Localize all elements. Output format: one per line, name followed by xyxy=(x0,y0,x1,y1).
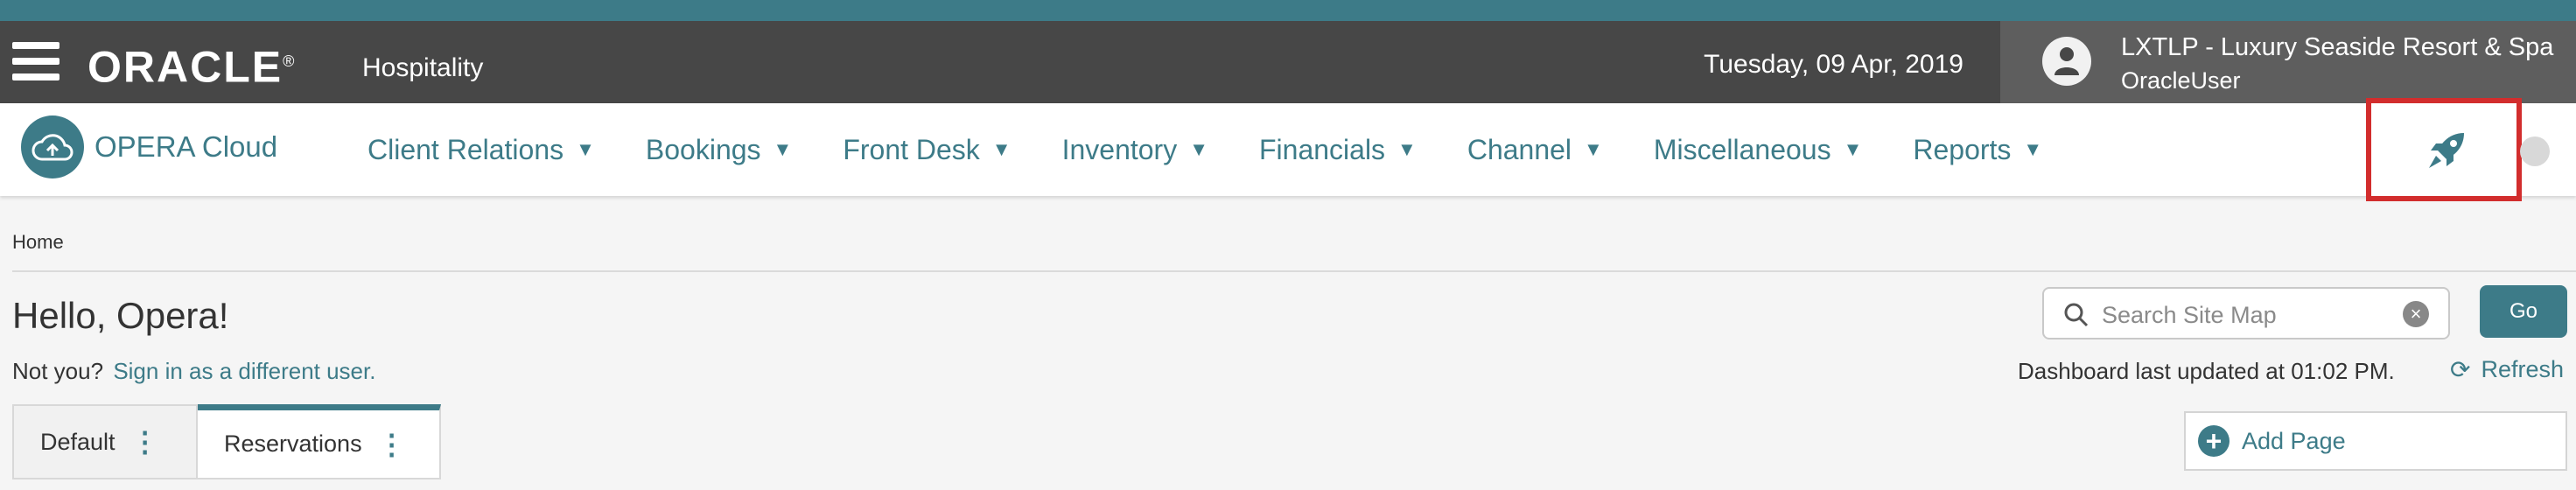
clear-icon[interactable]: × xyxy=(2403,301,2429,327)
dashboard-updated-text: Dashboard last updated at 01:02 PM. xyxy=(2018,358,2395,384)
caret-down-icon: ▼ xyxy=(991,138,1012,160)
not-you-line: Not you? Sign in as a different user. xyxy=(12,357,375,385)
main-nav: OPERA Cloud Client Relations ▼ Bookings ▼ … xyxy=(0,103,2576,196)
page-title: Hello, Opera! xyxy=(12,295,229,336)
refresh-button[interactable]: ⟳ Refresh xyxy=(2450,355,2564,384)
caret-down-icon: ▼ xyxy=(773,138,793,160)
add-page-label: Add Page xyxy=(2242,427,2346,454)
caret-down-icon: ▼ xyxy=(576,138,595,160)
product-name: Hospitality xyxy=(362,53,484,82)
nav-client-relations[interactable]: Client Relations ▼ xyxy=(368,134,595,166)
search-input[interactable] xyxy=(2100,298,2392,332)
tab-default[interactable]: Default ⋮ xyxy=(12,404,198,480)
global-header: ORACLE® Hospitality Tuesday, 09 Apr, 201… xyxy=(0,21,2576,103)
oracle-logo: ORACLE® xyxy=(88,42,297,92)
add-page-button[interactable]: + Add Page xyxy=(2184,411,2567,471)
nav-inventory[interactable]: Inventory ▼ xyxy=(1062,134,1208,166)
divider xyxy=(12,270,2576,272)
nav-reports[interactable]: Reports ▼ xyxy=(1913,134,2042,166)
go-button[interactable]: Go xyxy=(2480,285,2567,338)
caret-down-icon: ▼ xyxy=(1584,138,1603,160)
rocket-icon[interactable] xyxy=(2426,130,2468,172)
hamburger-icon[interactable] xyxy=(9,37,63,86)
site-map-search: × xyxy=(2042,287,2450,340)
not-you-text: Not you? xyxy=(12,358,104,384)
nav-bookings[interactable]: Bookings ▼ xyxy=(646,134,792,166)
tab-label: Reservations xyxy=(224,430,362,457)
user-name: OracleUser xyxy=(2121,67,2241,94)
kebab-icon[interactable]: ⋮ xyxy=(378,428,406,461)
refresh-label: Refresh xyxy=(2481,356,2565,382)
refresh-icon: ⟳ xyxy=(2450,356,2471,383)
caret-down-icon: ▼ xyxy=(2023,138,2043,160)
property-name: LXTLP - Luxury Seaside Resort & Spa xyxy=(2121,33,2554,61)
breadcrumb[interactable]: Home xyxy=(12,231,64,254)
nav-menu: Client Relations ▼ Bookings ▼ Front Desk ▼ … xyxy=(368,103,2093,196)
plus-circle-icon: + xyxy=(2198,425,2230,457)
business-date: Tuesday, 09 Apr, 2019 xyxy=(1704,50,1964,79)
sign-in-different-user-link[interactable]: Sign in as a different user. xyxy=(113,358,375,384)
tab-label: Default xyxy=(40,428,116,455)
top-accent-strip xyxy=(0,0,2576,21)
kebab-icon[interactable]: ⋮ xyxy=(131,425,159,458)
nav-financials[interactable]: Financials ▼ xyxy=(1259,134,1417,166)
nav-channel[interactable]: Channel ▼ xyxy=(1467,134,1603,166)
caret-down-icon: ▼ xyxy=(1189,138,1208,160)
caret-down-icon: ▼ xyxy=(1397,138,1417,160)
caret-down-icon: ▼ xyxy=(1843,138,1863,160)
toggle-dot[interactable] xyxy=(2520,136,2550,166)
cloud-icon[interactable] xyxy=(21,116,84,178)
user-property-menu[interactable]: LXTLP - Luxury Seaside Resort & Spa Orac… xyxy=(2000,21,2576,103)
nav-miscellaneous[interactable]: Miscellaneous ▼ xyxy=(1654,134,1863,166)
dashboard-tabs: Default ⋮ Reservations ⋮ xyxy=(12,404,441,480)
search-icon xyxy=(2063,302,2090,332)
app-name[interactable]: OPERA Cloud xyxy=(94,130,277,164)
nav-front-desk[interactable]: Front Desk ▼ xyxy=(843,134,1011,166)
tab-reservations[interactable]: Reservations ⋮ xyxy=(198,404,441,480)
user-icon xyxy=(2042,37,2091,86)
